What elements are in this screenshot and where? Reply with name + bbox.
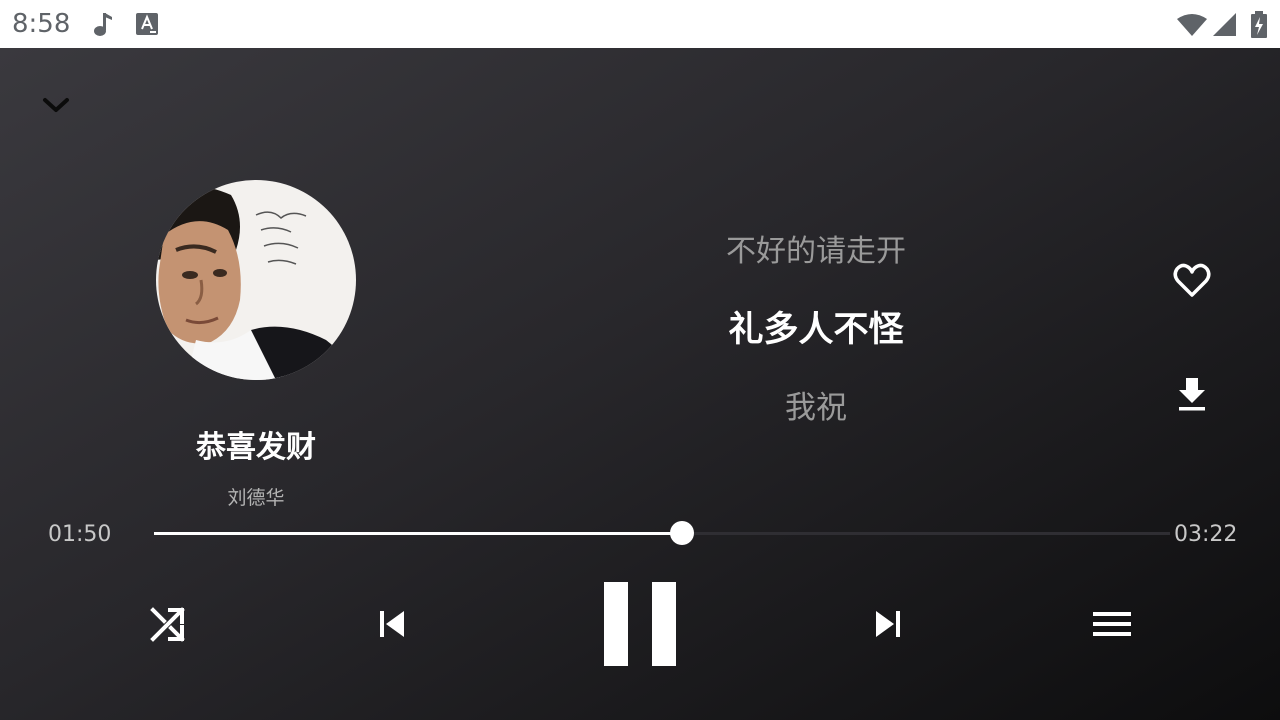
total-duration: 03:22 bbox=[1174, 522, 1238, 547]
seek-bar-thumb[interactable] bbox=[670, 521, 695, 545]
status-time: 8:58 bbox=[12, 9, 71, 39]
music-player-screen: 8:58 恭喜发财 刘德华 不好的请走开 礼多人不怪 我祝 01:50 03:2… bbox=[0, 0, 1280, 720]
song-title: 恭喜发财 bbox=[196, 430, 316, 465]
skip-next-icon[interactable] bbox=[868, 606, 908, 642]
chevron-down-icon[interactable] bbox=[36, 90, 76, 120]
pause-icon[interactable] bbox=[600, 580, 680, 668]
skip-previous-icon[interactable] bbox=[372, 606, 412, 642]
lyric-previous-line: 不好的请走开 bbox=[726, 234, 906, 269]
elapsed-time: 01:50 bbox=[48, 522, 112, 547]
seek-bar-progress bbox=[154, 532, 683, 535]
menu-icon[interactable] bbox=[1090, 604, 1134, 644]
album-cover bbox=[156, 180, 356, 380]
status-bar: 8:58 bbox=[0, 0, 1280, 48]
song-artist: 刘德华 bbox=[227, 487, 285, 509]
cell-signal-icon bbox=[1213, 13, 1236, 36]
lyric-next-line: 我祝 bbox=[785, 390, 847, 426]
album-art-image bbox=[156, 180, 356, 380]
wifi-icon bbox=[1177, 14, 1207, 36]
player-panel: 恭喜发财 刘德华 不好的请走开 礼多人不怪 我祝 01:50 03:22 bbox=[0, 48, 1280, 720]
shuffle-icon[interactable] bbox=[146, 602, 190, 646]
download-icon[interactable] bbox=[1170, 372, 1214, 416]
heart-outline-icon[interactable] bbox=[1170, 259, 1214, 303]
battery-charging-icon bbox=[1251, 11, 1267, 38]
music-note-icon bbox=[94, 13, 112, 36]
seek-bar[interactable] bbox=[154, 521, 1170, 545]
text-a-icon bbox=[136, 13, 158, 35]
lyric-current-line: 礼多人不怪 bbox=[728, 310, 904, 350]
